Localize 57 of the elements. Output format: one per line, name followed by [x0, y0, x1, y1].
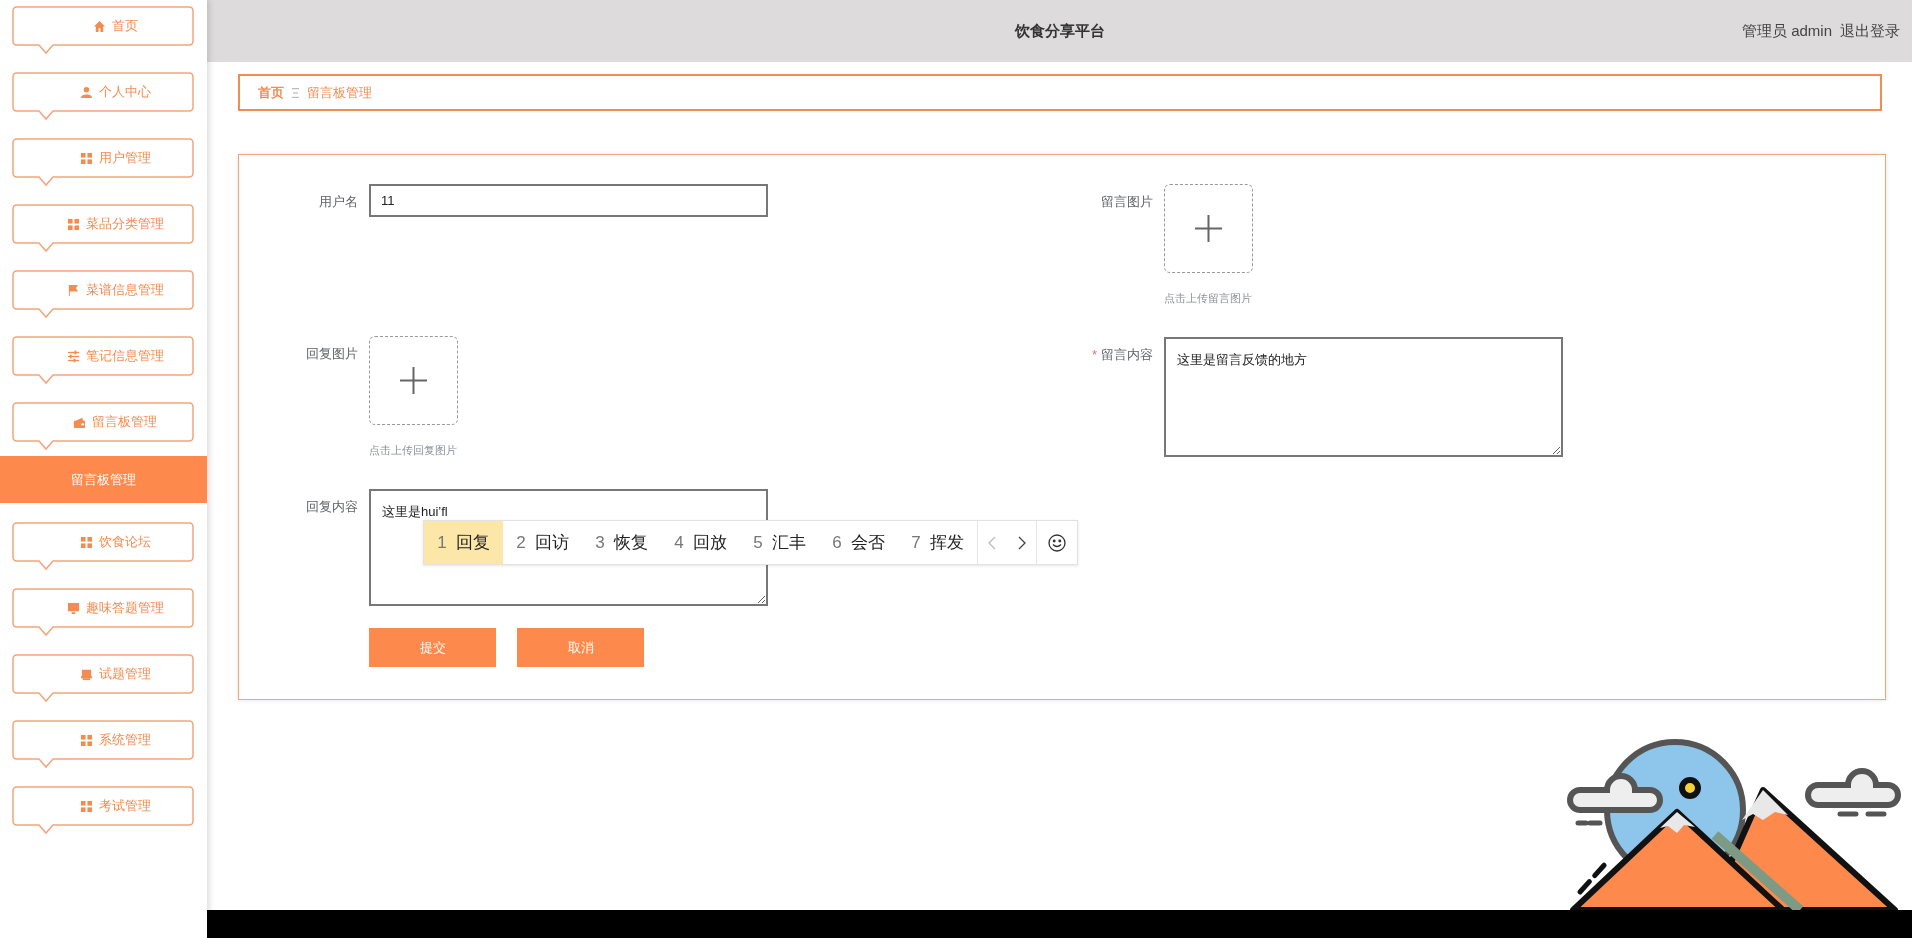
smiley-icon[interactable]	[1048, 533, 1066, 552]
ime-candidate[interactable]: 3 恢复	[582, 521, 661, 564]
upload-box[interactable]	[1164, 184, 1253, 273]
grid-icon	[79, 151, 93, 165]
text-area[interactable]: 这里是留言反馈的地方	[1164, 337, 1563, 457]
user-icon	[79, 85, 93, 99]
sidebar-item[interactable]: 留言板管理	[12, 402, 194, 452]
flag-icon	[66, 283, 80, 297]
grid-icon	[66, 217, 80, 231]
form-button[interactable]: 取消	[517, 628, 644, 667]
sidebar-item[interactable]: 笔记信息管理	[12, 336, 194, 386]
sliders-icon	[66, 349, 80, 363]
input-field[interactable]: 11	[369, 184, 768, 217]
printer-icon	[79, 667, 93, 681]
grid-icon	[79, 733, 93, 747]
grid-icon	[79, 535, 93, 549]
field-label: 留言图片	[1101, 193, 1153, 211]
field-label: 回复图片	[306, 345, 358, 363]
plus-icon	[400, 367, 427, 394]
ime-candidate[interactable]: 4 回放	[661, 521, 740, 564]
logout-link[interactable]: 退出登录	[1840, 19, 1900, 43]
field-label: 留言内容	[1101, 346, 1153, 364]
breadcrumb-link[interactable]: 首页	[258, 82, 284, 103]
next-icon[interactable]	[1018, 535, 1026, 550]
sidebar-item[interactable]: 趣味答题管理	[12, 588, 194, 638]
ime-candidate[interactable]: 5 汇丰	[740, 521, 819, 564]
site-title: 饮食分享平台	[1014, 20, 1105, 41]
field-label: 用户名	[319, 193, 358, 211]
wallet-icon	[73, 415, 86, 429]
upload-box[interactable]	[369, 336, 458, 425]
plus-icon	[1195, 215, 1222, 242]
required-mark: *	[1091, 346, 1097, 364]
sidebar-item[interactable]: 首页	[12, 6, 194, 56]
ime-candidate[interactable]: 1 回复	[424, 521, 503, 564]
breadcrumb-current: 留言板管理	[307, 83, 372, 102]
upload-hint: 点击上传留言图片	[1164, 291, 1253, 306]
sidebar-subitem[interactable]: 留言板管理	[0, 456, 207, 503]
separator-icon	[292, 87, 299, 98]
sidebar-item[interactable]: 饮食论坛	[12, 522, 194, 572]
upload-hint: 点击上传回复图片	[369, 443, 458, 458]
home-icon	[92, 19, 106, 33]
previous-icon[interactable]	[988, 535, 996, 550]
sidebar-item[interactable]: 试题管理	[12, 654, 194, 704]
sidebar-item[interactable]: 系统管理	[12, 720, 194, 770]
ime-candidate[interactable]: 6 会否	[819, 521, 898, 564]
monitor-icon	[66, 601, 80, 615]
ime-candidate[interactable]: 7 挥发	[898, 521, 977, 564]
form-button[interactable]: 提交	[369, 628, 496, 667]
sidebar-item[interactable]: 菜品分类管理	[12, 204, 194, 254]
sidebar-item[interactable]: 用户管理	[12, 138, 194, 188]
ime-candidate[interactable]: 2 回访	[503, 521, 582, 564]
sidebar-item[interactable]: 考试管理	[12, 786, 194, 836]
sidebar-item[interactable]: 个人中心	[12, 72, 194, 122]
grid-icon	[79, 799, 93, 813]
field-label: 回复内容	[306, 498, 358, 516]
sidebar-item[interactable]: 菜谱信息管理	[12, 270, 194, 320]
user-name: 管理员 admin	[1741, 20, 1832, 41]
